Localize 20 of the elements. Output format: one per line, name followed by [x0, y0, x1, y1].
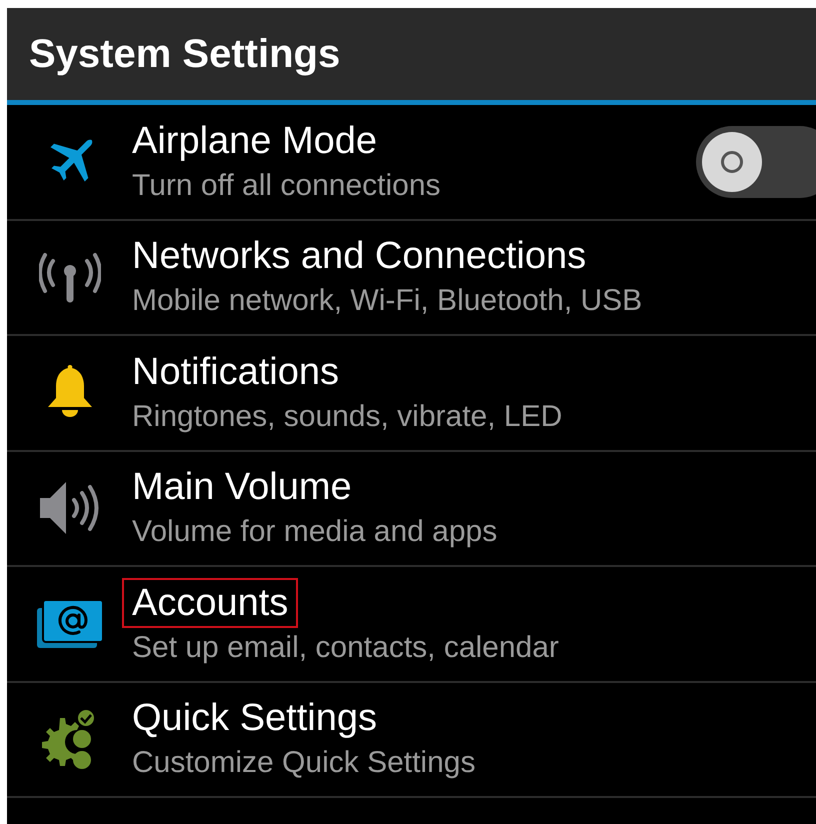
settings-item[interactable]: Networks and Connections Mobile network, Wi-Fi, Bluetooth, USB — [7, 220, 816, 336]
item-subtitle: Volume for media and apps — [132, 514, 498, 550]
item-title: Quick Settings — [131, 696, 378, 742]
item-subtitle: Mobile network, Wi-Fi, Bluetooth, USB — [132, 283, 642, 320]
settings-item[interactable]: Airplane Mode Turn off all connections — [7, 105, 816, 220]
toggle-switch[interactable] — [696, 126, 816, 198]
settings-item[interactable]: Accounts Set up email, contacts, calendar — [7, 567, 816, 682]
item-subtitle: Set up email, contacts, calendar — [132, 630, 559, 666]
item-title: Main Volume — [131, 465, 353, 510]
item-subtitle: Customize Quick Settings — [132, 745, 476, 782]
settings-item[interactable]: Main Volume Volume for media and apps — [7, 452, 816, 567]
item-title: Notifications — [131, 350, 340, 395]
item-title: Networks and Connections — [131, 234, 588, 280]
item-subtitle: Turn off all connections — [132, 168, 441, 204]
item-title: Airplane Mode — [131, 118, 378, 164]
settings-item[interactable]: Quick Settings Customize Quick Settings — [7, 682, 816, 798]
item-subtitle: Ringtones, sounds, vibrate, LED — [132, 398, 562, 435]
screen-title: System Settings — [29, 31, 340, 78]
item-title: Accounts — [124, 580, 296, 626]
settings-item[interactable]: Notifications Ringtones, sounds, vibrate, LED — [7, 336, 816, 452]
